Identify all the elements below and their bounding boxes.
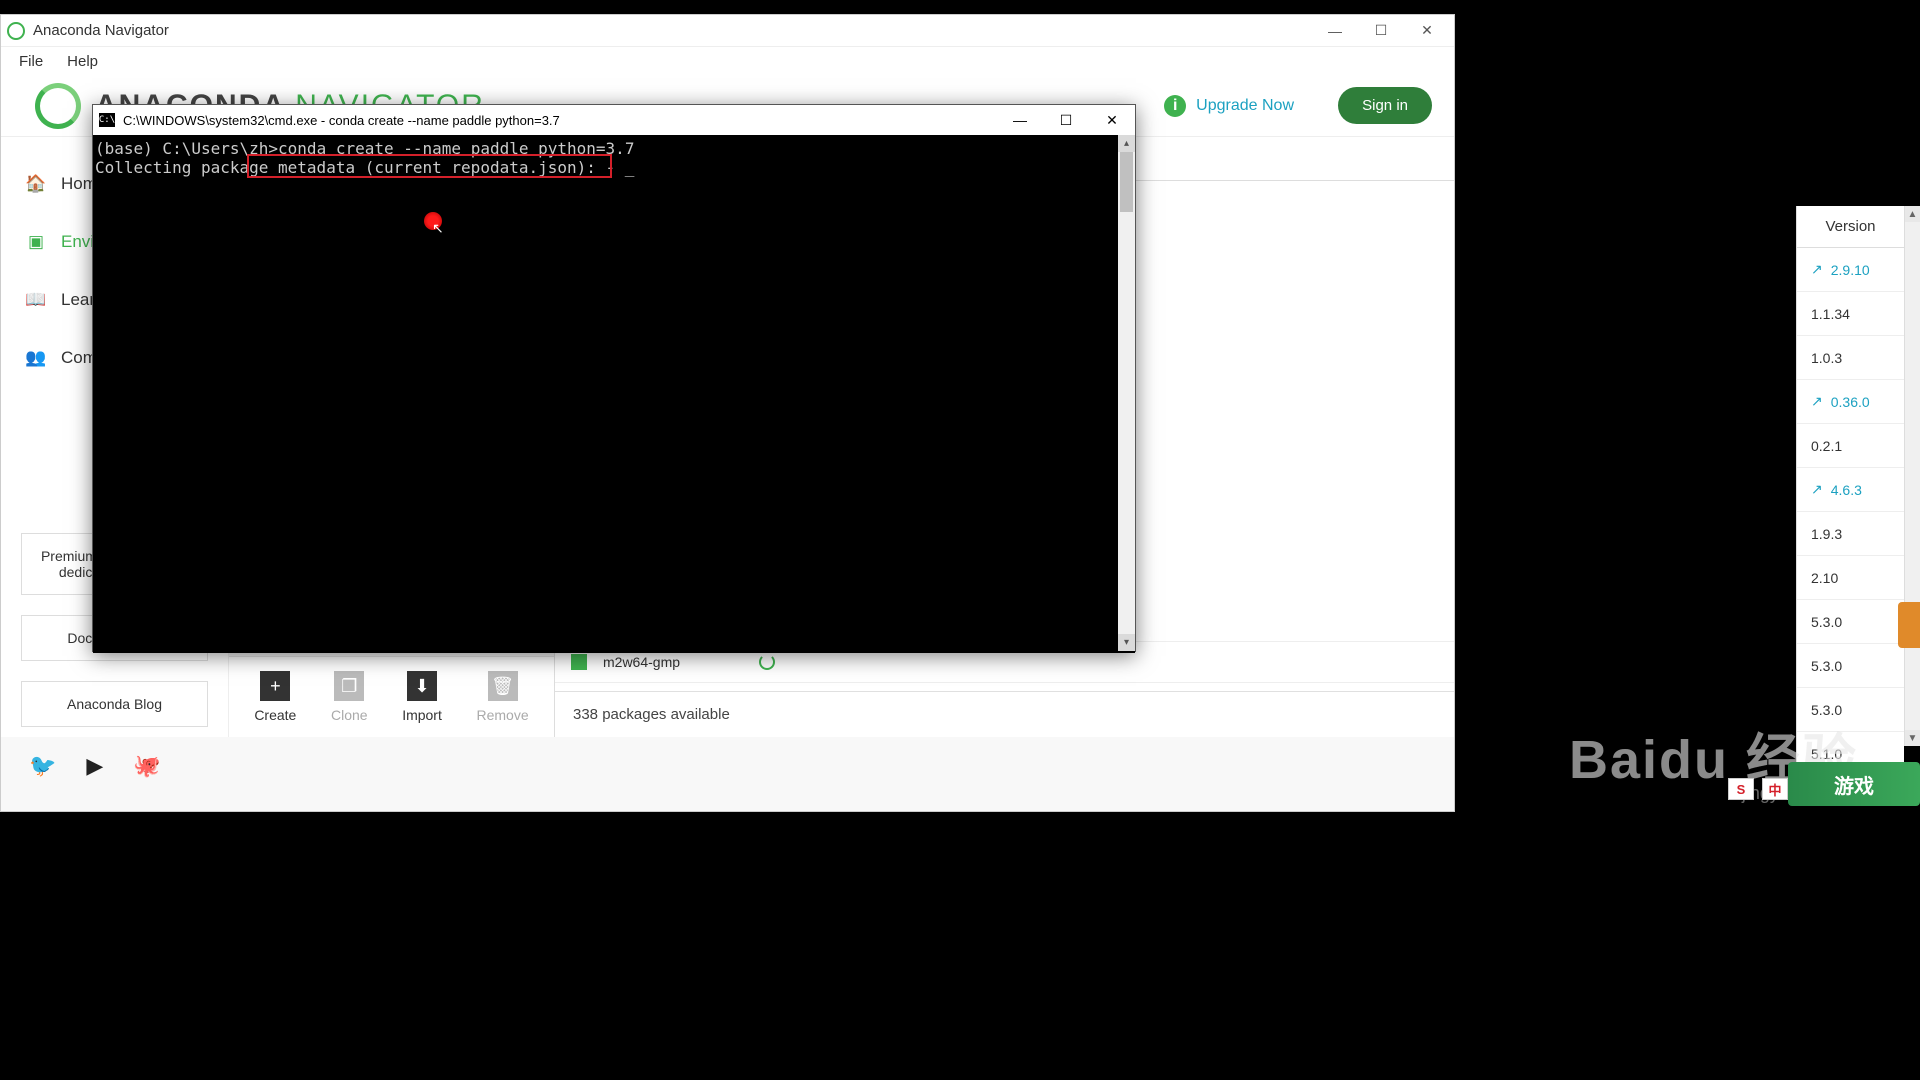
- scroll-down-icon[interactable]: ▾: [1118, 634, 1135, 651]
- info-icon: i: [1164, 95, 1186, 117]
- update-arrow-icon: ↗: [1811, 481, 1823, 498]
- book-icon: 📖: [25, 289, 47, 311]
- cmd-window: C:\ C:\WINDOWS\system32\cmd.exe - conda …: [92, 104, 1136, 652]
- version-cell[interactable]: 5.3.0: [1797, 688, 1904, 732]
- menubar: File Help: [1, 47, 1454, 75]
- clone-icon: ❐: [334, 671, 364, 701]
- packages-status: 338 packages available: [555, 691, 1454, 737]
- sign-in-button[interactable]: Sign in: [1338, 87, 1432, 124]
- github-icon[interactable]: 🐙: [133, 753, 160, 779]
- window-title: Anaconda Navigator: [33, 22, 1312, 39]
- home-icon: 🏠: [25, 173, 47, 195]
- remove-env-button[interactable]: 🗑Remove: [477, 671, 529, 723]
- version-column: Version ↗2.9.101.1.341.0.3↗0.36.00.2.1↗4…: [1796, 206, 1904, 776]
- scroll-up-icon[interactable]: ▴: [1118, 135, 1135, 152]
- cmd-titlebar[interactable]: C:\ C:\WINDOWS\system32\cmd.exe - conda …: [93, 105, 1135, 135]
- ime-icon[interactable]: S: [1728, 778, 1754, 800]
- minimize-button[interactable]: —: [1312, 15, 1358, 47]
- scroll-down-icon[interactable]: ▼: [1905, 730, 1920, 746]
- anaconda-blog-link[interactable]: Anaconda Blog: [21, 681, 208, 727]
- cmd-title-text: C:\WINDOWS\system32\cmd.exe - conda crea…: [123, 113, 997, 128]
- cmd-maximize-button[interactable]: ☐: [1043, 105, 1089, 135]
- version-cell[interactable]: ↗0.36.0: [1797, 380, 1904, 424]
- people-icon: 👥: [25, 347, 47, 369]
- update-arrow-icon: ↗: [1811, 261, 1823, 278]
- ime-mode-icon[interactable]: 中: [1762, 778, 1788, 800]
- anaconda-logo-icon: [35, 83, 81, 129]
- version-cell[interactable]: 5.3.0: [1797, 644, 1904, 688]
- import-icon: ⬇: [407, 671, 437, 701]
- ime-indicator: S 中: [1728, 778, 1788, 800]
- cmd-scrollbar[interactable]: ▴ ▾: [1118, 135, 1135, 651]
- version-cell[interactable]: 1.9.3: [1797, 512, 1904, 556]
- update-arrow-icon: ↗: [1811, 393, 1823, 410]
- version-cell[interactable]: 1.1.34: [1797, 292, 1904, 336]
- cursor-arrow-icon: ↖: [432, 220, 444, 237]
- loading-spinner-icon: [759, 654, 775, 670]
- trash-icon: 🗑: [488, 671, 518, 701]
- cmd-terminal[interactable]: (base) C:\Users\zh>conda create --name p…: [93, 135, 1135, 653]
- env-toolbar: +Create ❐Clone ⬇Import 🗑Remove: [229, 656, 554, 737]
- game-badge[interactable]: 游戏: [1788, 762, 1920, 806]
- menu-help[interactable]: Help: [55, 49, 110, 74]
- cmd-minimize-button[interactable]: —: [997, 105, 1043, 135]
- import-env-button[interactable]: ⬇Import: [402, 671, 442, 723]
- cube-icon: ▣: [25, 231, 47, 253]
- close-button[interactable]: ✕: [1404, 15, 1450, 47]
- version-header[interactable]: Version: [1797, 206, 1904, 248]
- menu-file[interactable]: File: [7, 49, 55, 74]
- plus-icon: +: [260, 671, 290, 701]
- version-cell[interactable]: 2.10: [1797, 556, 1904, 600]
- version-cell[interactable]: ↗2.9.10: [1797, 248, 1904, 292]
- twitter-icon[interactable]: 🐦: [29, 753, 56, 779]
- scroll-up-icon[interactable]: ▲: [1905, 206, 1920, 222]
- window-titlebar: Anaconda Navigator — ☐ ✕: [1, 15, 1454, 47]
- version-scrollbar[interactable]: ▲ ▼: [1904, 206, 1920, 746]
- cmd-icon: C:\: [99, 113, 115, 127]
- side-tab-icon[interactable]: [1898, 602, 1920, 648]
- anaconda-app-icon: [7, 22, 25, 40]
- cmd-close-button[interactable]: ✕: [1089, 105, 1135, 135]
- maximize-button[interactable]: ☐: [1358, 15, 1404, 47]
- upgrade-now-link[interactable]: i Upgrade Now: [1164, 95, 1294, 117]
- version-cell[interactable]: 0.2.1: [1797, 424, 1904, 468]
- social-links: 🐦 ▶ 🐙: [1, 737, 1454, 795]
- create-env-button[interactable]: +Create: [254, 671, 296, 723]
- scroll-thumb[interactable]: [1120, 152, 1133, 212]
- version-cell[interactable]: ↗4.6.3: [1797, 468, 1904, 512]
- version-cell[interactable]: 1.0.3: [1797, 336, 1904, 380]
- checkbox-icon[interactable]: [571, 654, 587, 670]
- clone-env-button[interactable]: ❐Clone: [331, 671, 368, 723]
- youtube-icon[interactable]: ▶: [86, 753, 103, 779]
- version-cell[interactable]: 5.3.0: [1797, 600, 1904, 644]
